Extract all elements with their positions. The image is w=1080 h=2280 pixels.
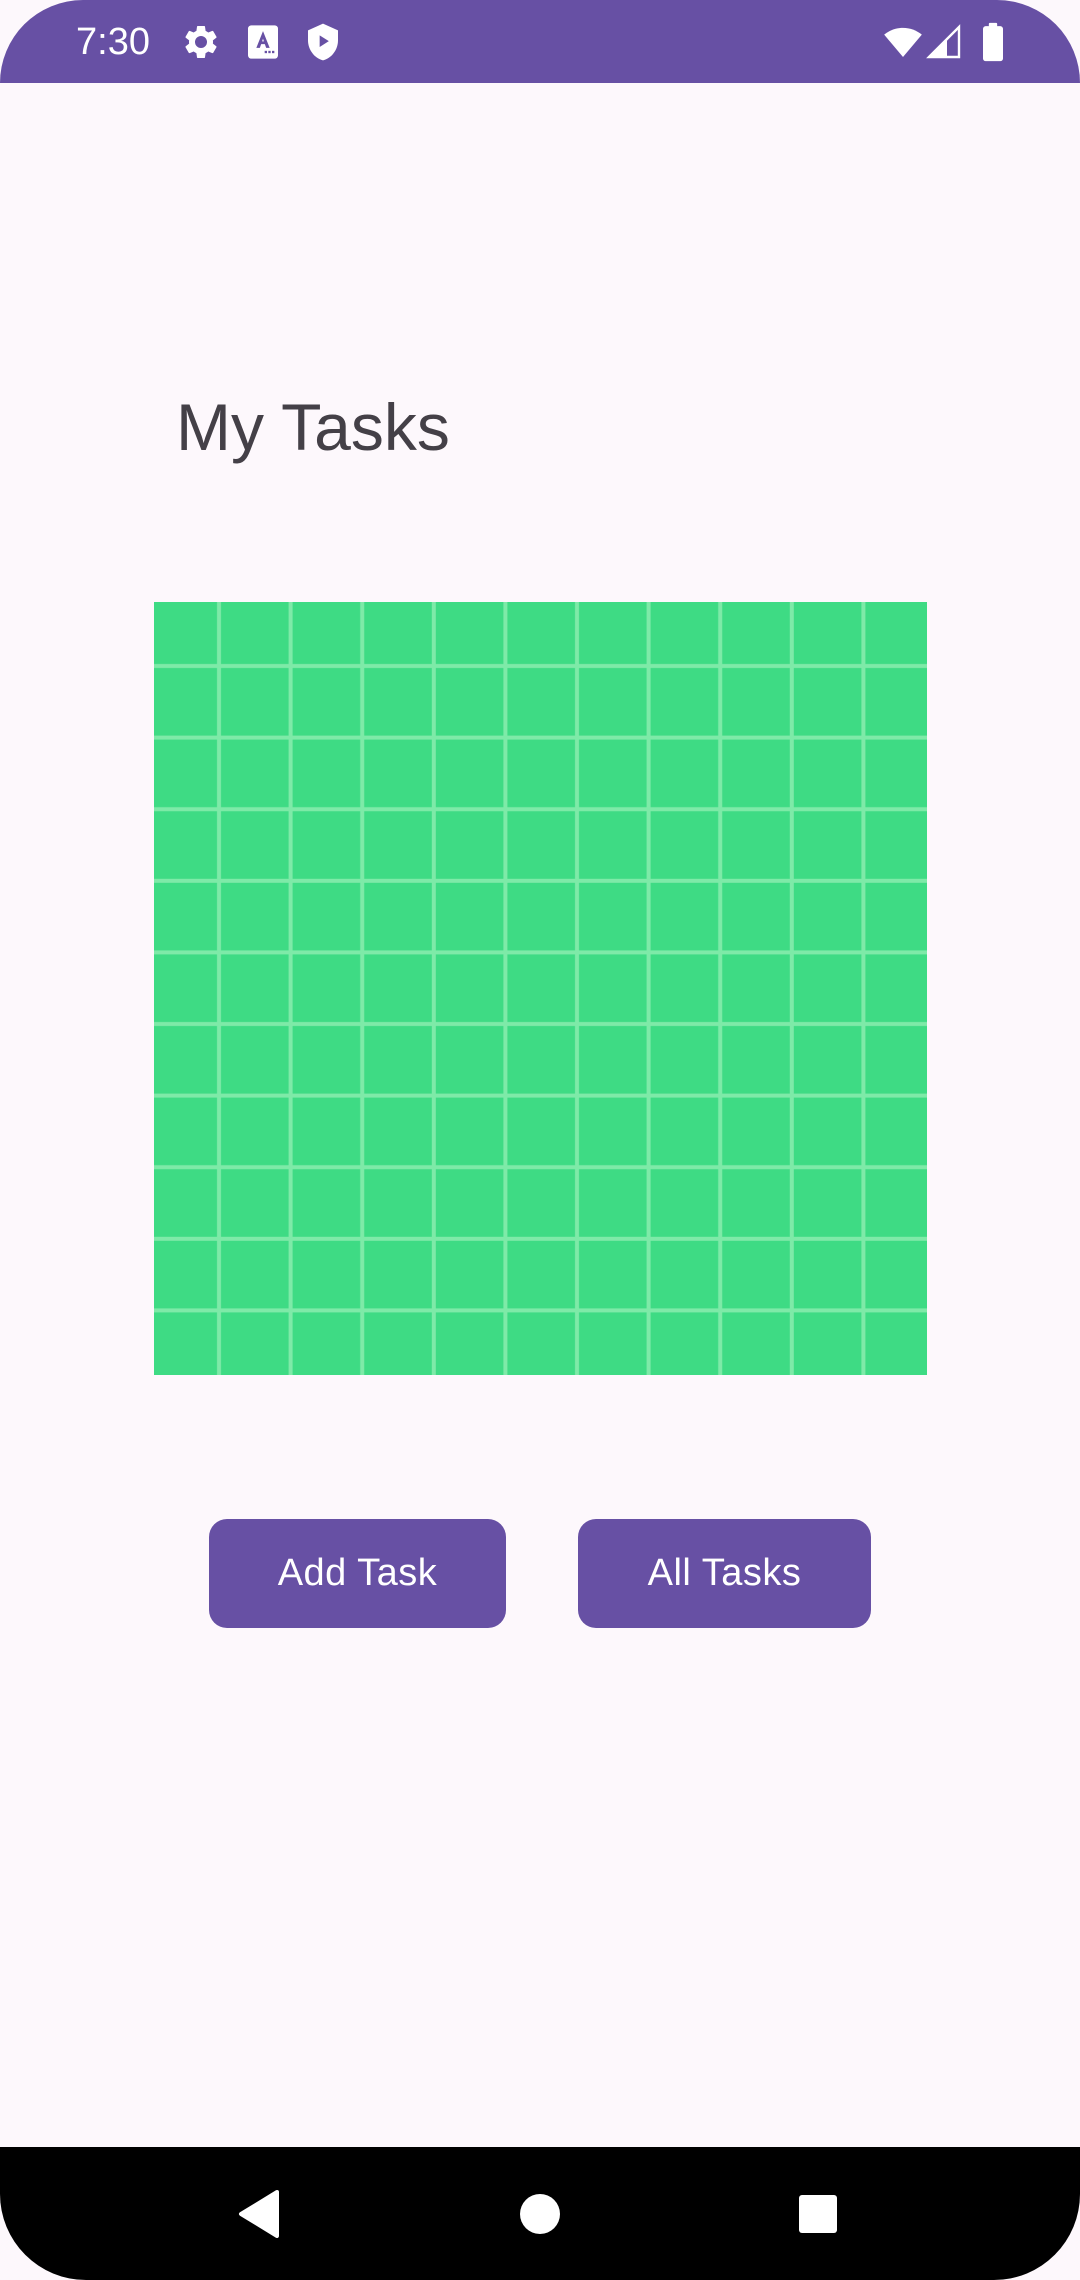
green-grid-image <box>154 602 927 1375</box>
back-icon[interactable] <box>214 2169 304 2259</box>
wifi-icon <box>880 22 926 62</box>
signal-icon <box>926 22 962 62</box>
font-a-icon <box>243 22 283 62</box>
gear-icon <box>181 22 221 62</box>
add-task-button[interactable]: Add Task <box>209 1519 506 1628</box>
recents-icon[interactable] <box>773 2169 863 2259</box>
shield-play-icon <box>303 22 343 62</box>
status-time: 7:30 <box>76 21 150 63</box>
status-bar: 7:30 <box>0 0 1080 83</box>
page-title: My Tasks <box>176 390 450 464</box>
all-tasks-button[interactable]: All Tasks <box>578 1519 871 1628</box>
navigation-bar <box>0 2147 1080 2280</box>
battery-icon <box>978 22 1008 62</box>
home-icon[interactable] <box>495 2169 585 2259</box>
